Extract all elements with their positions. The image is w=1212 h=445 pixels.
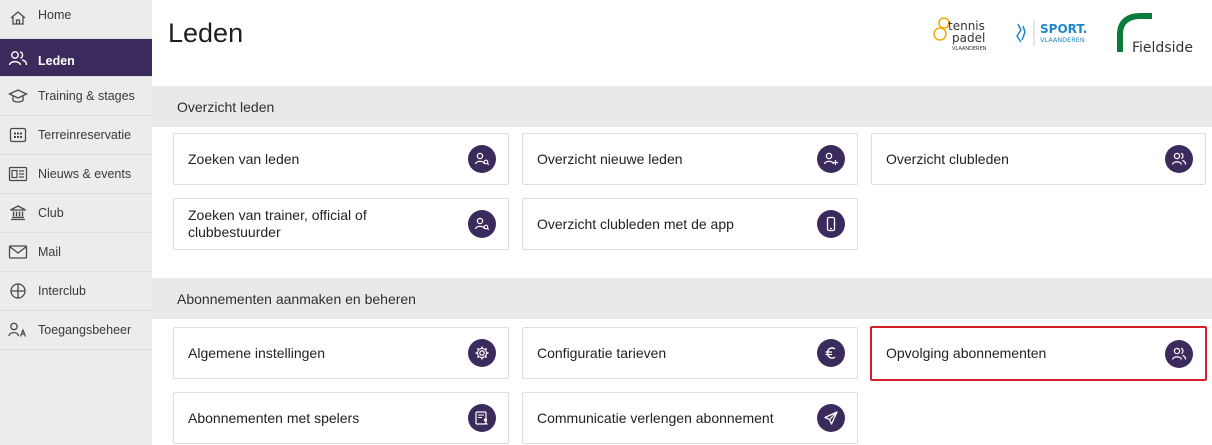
sidebar-item-label: Terreinreservatie	[38, 128, 132, 142]
graduation-cap-icon	[8, 86, 28, 106]
users-icon	[8, 48, 28, 68]
card-label: Zoeken van trainer, official of clubbest…	[188, 207, 367, 240]
sidebar-item-label: Mail	[38, 245, 61, 259]
building-icon	[8, 203, 28, 223]
sidebar-item-label: Nieuws & events	[38, 167, 132, 181]
sport-logo-line1: SPORT.	[1040, 22, 1087, 36]
sidebar-item-label: Leden	[38, 54, 75, 68]
users-icon[interactable]	[1165, 145, 1193, 173]
newspaper-icon	[8, 164, 28, 184]
mail-icon	[8, 242, 28, 262]
sport-logo-line2: VLAANDEREN	[1040, 36, 1085, 44]
document-user-icon[interactable]	[468, 404, 496, 432]
sidebar-item-label: Club	[38, 206, 64, 220]
users-icon[interactable]	[1165, 339, 1193, 368]
sidebar-item-club[interactable]: Club	[0, 194, 152, 233]
tennis-logo-line3: VLAANDEREN	[952, 46, 987, 52]
card-label: Algemene instellingen	[188, 344, 325, 361]
card-overzicht-clubleden-app[interactable]: Overzicht clubleden met de app	[522, 198, 858, 250]
card-label: Communicatie verlengen abonnement	[537, 409, 774, 426]
sidebar-item-label: Training & stages	[38, 89, 135, 103]
sidebar-item-label: Home	[38, 8, 72, 22]
tennis-logo-line2: padel	[952, 31, 985, 45]
sidebar: Home Leden Training & stages Terreinrese…	[0, 0, 152, 445]
sidebar-item-toegangsbeheer[interactable]: Toegangsbeheer	[0, 311, 152, 350]
sidebar-item-terreinreservatie[interactable]: Terreinreservatie	[0, 116, 152, 155]
card-configuratie-tarieven[interactable]: Configuratie tarieven	[522, 327, 858, 379]
card-zoeken-trainer[interactable]: Zoeken van trainer, official of clubbest…	[173, 198, 509, 250]
crosshair-icon	[8, 281, 28, 301]
gear-icon[interactable]	[468, 339, 496, 367]
send-icon[interactable]	[817, 404, 845, 432]
card-label: Overzicht clubleden	[886, 150, 1009, 167]
sidebar-item-leden[interactable]: Leden	[0, 39, 152, 77]
card-label: Configuratie tarieven	[537, 344, 667, 361]
sidebar-item-nieuws[interactable]: Nieuws & events	[0, 155, 152, 194]
card-label: Opvolging abonnementen	[886, 345, 1047, 361]
sidebar-item-home[interactable]: Home	[0, 0, 152, 39]
card-label: Overzicht clubleden met de app	[537, 215, 734, 232]
card-zoeken-van-leden[interactable]: Zoeken van leden	[173, 133, 509, 185]
sidebar-item-mail[interactable]: Mail	[0, 233, 152, 272]
user-plus-icon[interactable]	[817, 145, 845, 173]
card-algemene-instellingen[interactable]: Algemene instellingen	[173, 327, 509, 379]
access-icon	[8, 320, 28, 340]
card-overzicht-clubleden[interactable]: Overzicht clubleden	[871, 133, 1206, 185]
home-icon	[8, 8, 28, 28]
card-label: Overzicht nieuwe leden	[537, 150, 683, 167]
sidebar-item-interclub[interactable]: Interclub	[0, 272, 152, 311]
sidebar-item-label: Interclub	[38, 284, 86, 298]
card-communicatie-verlengen[interactable]: Communicatie verlengen abonnement	[522, 392, 858, 444]
phone-icon[interactable]	[817, 210, 845, 238]
page-title: Leden	[168, 18, 244, 48]
sidebar-item-label: Toegangsbeheer	[38, 323, 132, 337]
sport-vlaanderen-logo: SPORT. VLAANDEREN	[1012, 16, 1108, 52]
sidebar-item-training[interactable]: Training & stages	[0, 77, 152, 116]
fieldside-logo-text: Fieldside	[1132, 40, 1193, 56]
euro-icon[interactable]	[817, 339, 845, 367]
card-overzicht-nieuwe-leden[interactable]: Overzicht nieuwe leden	[522, 133, 858, 185]
card-label: Zoeken van leden	[188, 150, 300, 167]
card-label: Abonnementen met spelers	[188, 409, 360, 426]
user-search-icon[interactable]	[468, 145, 496, 173]
calendar-icon	[8, 125, 28, 145]
card-opvolging-abonnementen[interactable]: Opvolging abonnementen	[870, 326, 1207, 381]
card-abonnementen-met-spelers[interactable]: Abonnementen met spelers	[173, 392, 509, 444]
tennis-padel-logo: tennis padel VLAANDEREN	[932, 14, 996, 54]
section-header-abonnementen: Abonnementen aanmaken en beheren	[152, 278, 1212, 319]
app: Home Leden Training & stages Terreinrese…	[0, 0, 1212, 445]
fieldside-logo: Fieldside	[1116, 12, 1212, 58]
section-header-overzicht-leden: Overzicht leden	[152, 86, 1212, 127]
user-search-icon[interactable]	[468, 210, 496, 238]
